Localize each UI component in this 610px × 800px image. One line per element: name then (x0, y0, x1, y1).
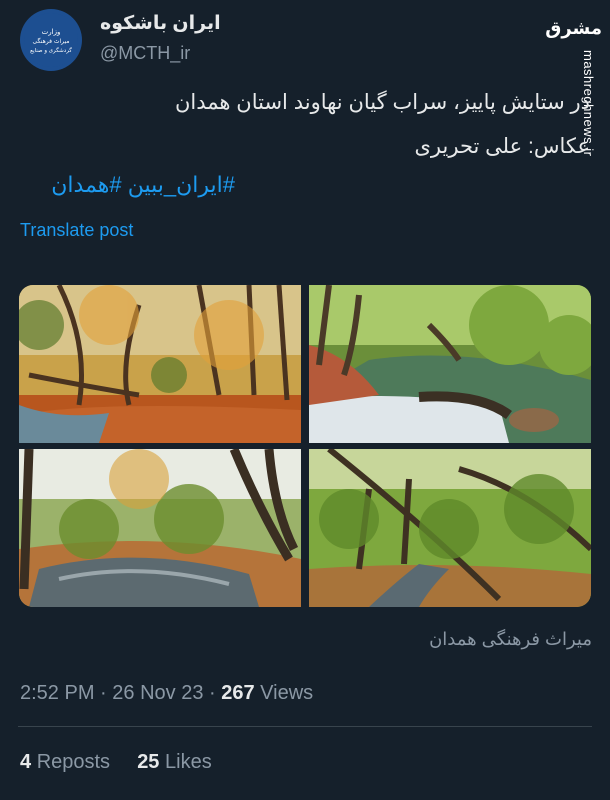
reposts-count: 4 (20, 751, 32, 773)
ministry-emblem-icon: وزارت میراث فرهنگی گردشگری و صنایع (24, 13, 78, 67)
likes-label: Likes (165, 751, 212, 773)
tweet-time[interactable]: 2:52 PM (20, 682, 94, 704)
tweet-text-line2: عکاس: علی تحریری (414, 135, 590, 158)
tweet-date[interactable]: 26 Nov 23 (112, 682, 203, 704)
meta-separator: · (100, 682, 113, 704)
photo-autumn-forest[interactable] (19, 285, 301, 443)
meta-separator: · (209, 682, 222, 704)
avatar[interactable]: وزارت میراث فرهنگی گردشگری و صنایع (20, 9, 82, 71)
likes-stat[interactable]: 25 Likes (137, 751, 212, 773)
watermark-logo: مشرق (545, 18, 602, 38)
reposts-stat[interactable]: 4 Reposts (20, 751, 110, 773)
photo-forest-stream[interactable] (19, 449, 301, 607)
translate-post-link[interactable]: Translate post (20, 220, 133, 241)
author-name[interactable]: ایران باشکوه (100, 12, 221, 35)
svg-text:گردشگری و صنایع: گردشگری و صنایع (30, 47, 72, 54)
svg-text:میراث فرهنگی: میراث فرهنگی (32, 37, 69, 45)
engagement-stats: 4 Reposts 25 Likes (20, 751, 212, 774)
photo-green-forest-path[interactable] (309, 449, 591, 607)
reposts-label: Reposts (36, 751, 111, 773)
svg-text:وزارت: وزارت (42, 28, 61, 36)
likes-count: 25 (137, 751, 160, 773)
author-handle[interactable]: @MCTH_ir (100, 43, 190, 64)
tweet-text-line1: در ستایش پاییز، سراب گیان نهاوند استان ه… (174, 91, 590, 114)
media-caption: میراث فرهنگی همدان (429, 629, 592, 649)
tweet-meta: 2:52 PM · 26 Nov 23 · 267 Views (20, 682, 313, 705)
divider (18, 726, 592, 727)
tweet-hashtags[interactable]: #ایران_ببین #همدان (51, 172, 235, 198)
photo-stream-waterfall[interactable] (309, 285, 591, 443)
views-count: 267 (221, 682, 255, 704)
views-label: Views (260, 682, 314, 704)
